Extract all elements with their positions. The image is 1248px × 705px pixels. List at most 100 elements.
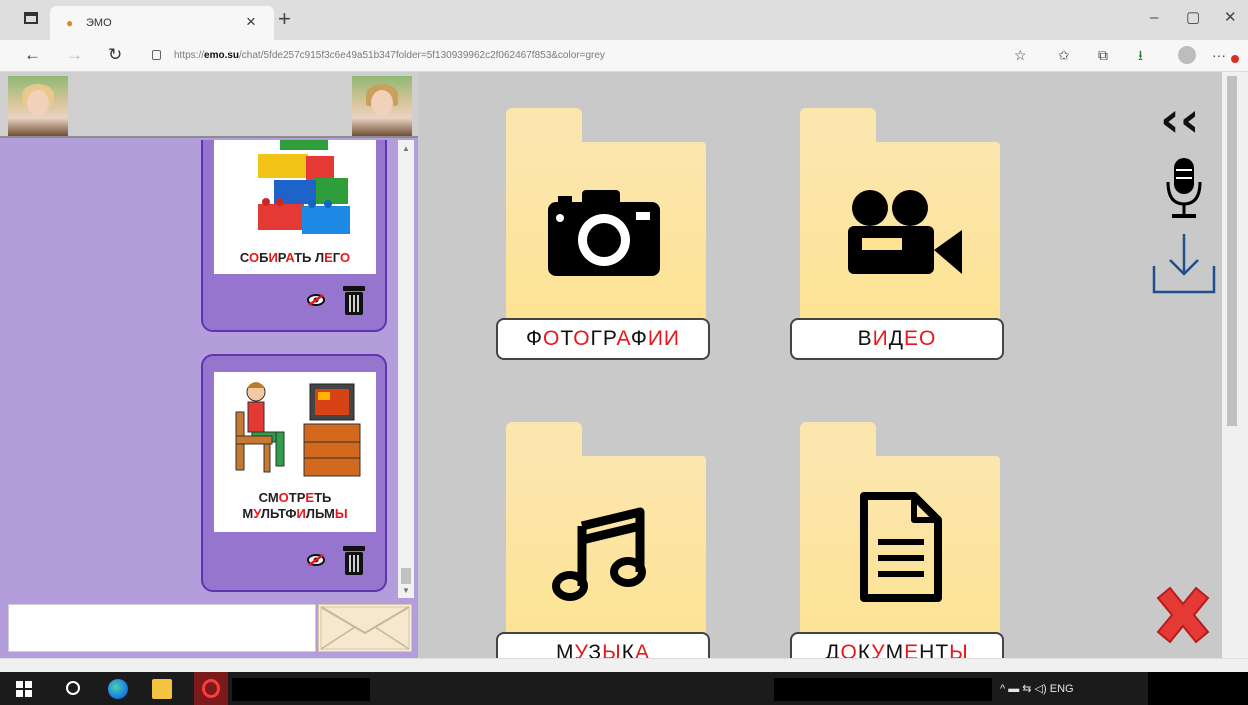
label-segment: О <box>840 641 858 658</box>
favorites-icon[interactable]: ✩ <box>1058 47 1070 63</box>
scroll-up-icon[interactable]: ▲ <box>402 144 410 154</box>
new-tab-button[interactable]: + <box>278 7 291 31</box>
label-segment: З <box>588 641 603 658</box>
tab-actions-icon[interactable] <box>24 12 38 24</box>
folder-photos[interactable]: ФОТОГРАФИИ <box>496 108 710 362</box>
label-segment: И <box>296 506 306 521</box>
back-button[interactable]: ← <box>24 45 41 65</box>
label-segment: Е <box>903 327 919 350</box>
label-segment: Е <box>904 641 920 658</box>
system-tray[interactable]: ^ ▬ ⇆ ◁) ENG <box>1000 682 1074 695</box>
collections-icon[interactable]: ⧉ <box>1098 47 1108 63</box>
label-segment: О <box>573 327 591 350</box>
label-segment: А <box>285 250 295 265</box>
horizontal-scrollbar[interactable] <box>0 658 1248 672</box>
label-segment: К <box>857 641 872 658</box>
label-segment: У <box>574 641 589 658</box>
label-segment: ТР <box>288 490 306 505</box>
label-segment: М <box>885 641 905 658</box>
minimize-button[interactable]: – <box>1150 9 1158 27</box>
label-segment: О <box>919 327 937 350</box>
message-input[interactable] <box>8 604 316 652</box>
folder-music[interactable]: МУЗЫКА <box>496 422 710 658</box>
taskbar-app[interactable] <box>232 678 370 701</box>
label-segment: ЛЬТФ <box>260 506 297 521</box>
document-icon <box>860 492 942 602</box>
card-actions <box>307 544 369 576</box>
chat-panel: СОБИРАТЬ ЛЕГО СМОТРЕТЬ МУЛЬТФИЛЬМЫ ▲ ▼ <box>0 72 418 658</box>
label-segment: К <box>621 641 635 658</box>
card-list-scrollbar[interactable]: ▲ ▼ <box>398 140 414 598</box>
folder-label-photos[interactable]: ФОТОГРАФИИ <box>496 318 710 360</box>
forward-button[interactable]: → <box>66 45 83 65</box>
notification-badge-icon <box>1231 55 1239 63</box>
label-segment: ГР <box>590 327 617 350</box>
folder-video[interactable]: ВИДЕО <box>790 108 1004 362</box>
windows-start-icon[interactable] <box>14 679 34 699</box>
side-controls: ‹‹ <box>1150 96 1222 296</box>
tab-emo[interactable]: ● ЭМО × <box>50 6 274 40</box>
taskbar: ^ ▬ ⇆ ◁) ENG <box>0 672 1248 705</box>
collapse-panel-button[interactable]: ‹‹ <box>1160 96 1200 144</box>
file-explorer-icon[interactable] <box>152 679 172 699</box>
label-segment: О <box>248 250 260 265</box>
window-close-button[interactable]: ✕ <box>1224 9 1237 27</box>
person-watching-tv-icon <box>235 382 361 477</box>
lock-icon[interactable] <box>152 50 161 60</box>
label-segment: О <box>278 490 289 505</box>
label-segment: Г <box>332 250 340 265</box>
trash-icon[interactable] <box>341 544 367 576</box>
video-camera-icon <box>848 190 962 274</box>
scrollbar-thumb[interactable] <box>401 568 411 584</box>
folder-documents[interactable]: ДОКУМЕНТЫ <box>790 422 1004 658</box>
downloads-icon[interactable]: ⭳ <box>1138 47 1143 63</box>
scroll-down-icon[interactable]: ▼ <box>402 586 410 596</box>
search-icon[interactable] <box>66 681 80 695</box>
label-segment: С <box>239 250 249 265</box>
card-watch-cartoons[interactable]: СМОТРЕТЬ МУЛЬТФИЛЬМЫ <box>201 354 387 592</box>
card-build-lego[interactable]: СОБИРАТЬ ЛЕГО <box>201 140 387 332</box>
close-x-icon[interactable] <box>1152 586 1214 644</box>
label-segment: Д <box>888 327 904 350</box>
label-segment: Ы <box>334 506 348 521</box>
address-bar[interactable]: https://emo.su/chat/5fde257c915f3c6e49a5… <box>174 50 605 61</box>
folder-label-music[interactable]: МУЗЫКА <box>496 632 710 658</box>
more-menu-icon[interactable]: ··· <box>1212 47 1226 63</box>
music-note-icon <box>552 507 646 601</box>
folder-label-video[interactable]: ВИДЕО <box>790 318 1004 360</box>
browser-tab-bar: ● ЭМО × + – ▢ ✕ <box>0 0 1248 40</box>
folder-label-documents[interactable]: ДОКУМЕНТЫ <box>790 632 1004 658</box>
edge-browser-icon[interactable] <box>108 679 128 699</box>
tab-title: ЭМО <box>86 17 112 29</box>
label-segment: О <box>339 250 351 265</box>
send-envelope-button[interactable] <box>318 604 412 652</box>
label-segment: А <box>634 641 650 658</box>
maximize-button[interactable]: ▢ <box>1186 9 1200 27</box>
tab-close-button[interactable]: × <box>246 13 256 31</box>
label-segment: В <box>857 327 873 350</box>
label-segment: О <box>542 327 561 350</box>
profile-avatar[interactable] <box>1178 46 1196 64</box>
microphone-icon[interactable] <box>1164 156 1204 220</box>
trash-icon[interactable] <box>341 284 367 316</box>
page-scrollbar-thumb[interactable] <box>1227 76 1237 426</box>
download-icon[interactable] <box>1152 230 1216 296</box>
page-scrollbar[interactable] <box>1222 72 1248 658</box>
label-segment: ЛЬМ <box>305 506 335 521</box>
hide-eye-icon[interactable] <box>307 294 325 306</box>
card-label-line2: МУЛЬТФИЛЬМЫ <box>214 506 376 521</box>
label-segment: Д <box>825 641 841 658</box>
hide-eye-icon[interactable] <box>307 554 325 566</box>
message-card-list: СОБИРАТЬ ЛЕГО СМОТРЕТЬ МУЛЬТФИЛЬМЫ <box>0 140 398 598</box>
label-segment: М <box>556 641 575 658</box>
url-domain: emo.su <box>204 50 240 61</box>
avatar-contact[interactable] <box>352 76 412 136</box>
label-segment: Ф <box>630 327 648 350</box>
reload-button[interactable]: ↻ <box>108 45 122 65</box>
avatar-self[interactable] <box>8 76 68 136</box>
clock-area[interactable] <box>1148 672 1248 705</box>
opera-browser-icon[interactable] <box>194 672 228 705</box>
taskbar-app[interactable] <box>774 678 992 701</box>
read-aloud-icon[interactable]: ☆ <box>1014 47 1027 63</box>
label-segment: У <box>253 506 261 521</box>
